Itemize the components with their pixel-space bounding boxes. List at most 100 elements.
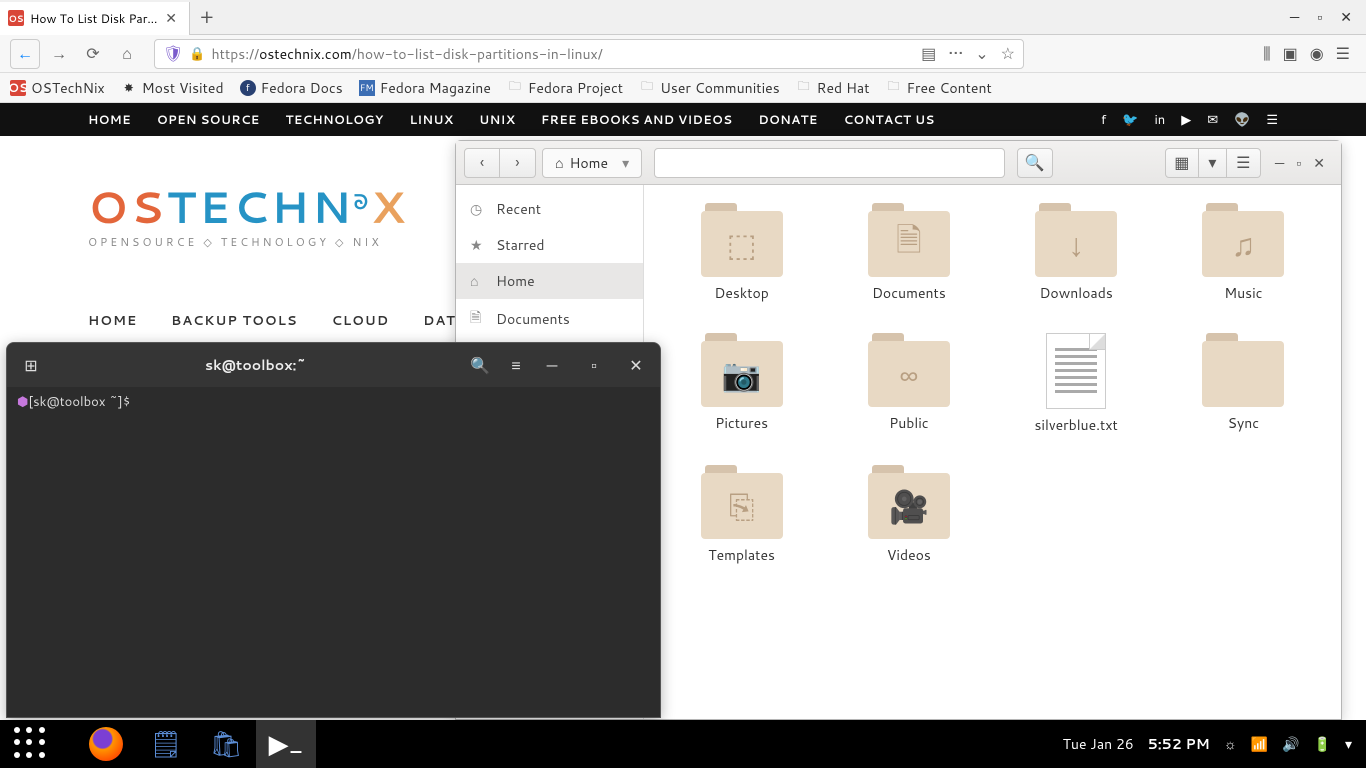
toolbox-icon: ⬢ (17, 393, 28, 411)
menu-home[interactable]: HOME (88, 312, 137, 330)
view-dropdown-button[interactable]: ▾ (1199, 148, 1227, 178)
files-close-icon[interactable]: ✕ (1313, 153, 1325, 173)
terminal-maximize-icon[interactable]: ▫ (576, 349, 612, 381)
folder-documents[interactable]: 🗎Documents (835, 203, 982, 303)
library-icon[interactable]: ⫼ (1263, 42, 1270, 65)
pocket-icon[interactable]: ⌄ (975, 42, 988, 65)
forward-button[interactable]: → (44, 39, 74, 69)
tab-close-icon[interactable]: ✕ (161, 8, 181, 28)
mail-icon[interactable]: ✉ (1207, 111, 1218, 129)
terminal-body[interactable]: ⬢[sk@toolbox ~]$ (7, 387, 660, 417)
bookmark-fedoramagazine[interactable]: FMFedora Magazine (359, 78, 491, 98)
task-firefox[interactable] (76, 720, 136, 768)
task-notes[interactable]: 🗒 (136, 720, 196, 768)
nav-donate[interactable]: DONATE (758, 111, 817, 128)
files-minimize-icon[interactable]: — (1275, 153, 1284, 173)
path-bar[interactable]: ⌂Home▾ (542, 148, 642, 178)
list-view-button[interactable]: ☰ (1227, 148, 1261, 178)
url-bar[interactable]: 🛡 🔒 https://ostechnix.com/how-to-list-di… (154, 39, 1024, 69)
brightness-icon[interactable]: ☼ (1224, 734, 1237, 754)
lock-icon[interactable]: 🔒 (189, 45, 205, 63)
nav-opensource[interactable]: OPEN SOURCE (157, 111, 260, 128)
nav-contact[interactable]: CONTACT US (844, 111, 935, 128)
icon-view-button[interactable]: ▦ (1165, 148, 1199, 178)
linkedin-icon[interactable]: in (1154, 111, 1165, 129)
task-terminal[interactable]: ▶_ (256, 720, 316, 768)
terminal-newtab-button[interactable]: ⊞ (13, 349, 49, 381)
chevron-down-icon[interactable]: ▾ (1345, 734, 1352, 754)
wifi-icon[interactable]: 📶 (1251, 734, 1268, 754)
taskbar-time[interactable]: 5:52 PM (1148, 734, 1210, 754)
nav-technology[interactable]: TECHNOLOGY (286, 111, 384, 128)
bookmark-redhat[interactable]: 🗀Red Hat (796, 78, 870, 98)
terminal-window: ⊞ sk@toolbox:~ 🔍 ≡ — ▫ ✕ ⬢[sk@toolbox ~]… (6, 342, 661, 718)
sidebar-recent[interactable]: ◷Recent (456, 191, 643, 227)
volume-icon[interactable]: 🔊 (1282, 734, 1299, 754)
files-back-button[interactable]: ‹ (464, 148, 500, 178)
location-input[interactable] (654, 148, 1005, 178)
folder-downloads[interactable]: ↓Downloads (1003, 203, 1150, 303)
bookmark-fedoraproject[interactable]: 🗀Fedora Project (507, 78, 623, 98)
maximize-icon[interactable]: ▫ (1317, 7, 1322, 27)
reader-icon[interactable]: ▤ (921, 42, 936, 65)
shield-icon[interactable]: 🛡 (163, 42, 183, 65)
folder-music[interactable]: ♫Music (1170, 203, 1317, 303)
nav-linux[interactable]: LINUX (409, 111, 453, 128)
bookmark-freecontent[interactable]: 🗀Free Content (886, 78, 992, 98)
files-maximize-icon[interactable]: ▫ (1296, 153, 1301, 173)
bookmark-usercommunities[interactable]: 🗀User Communities (639, 78, 780, 98)
folder-icon: 🗀 (886, 80, 902, 96)
sidebar-starred[interactable]: ★Starred (456, 227, 643, 263)
bookmark-fedoradocs[interactable]: fFedora Docs (240, 78, 343, 98)
star-icon[interactable]: ☆ (1001, 42, 1015, 65)
folder-sync[interactable]: Sync (1170, 333, 1317, 435)
twitter-icon[interactable]: 🐦 (1122, 111, 1138, 129)
site-logo[interactable]: OSTECHNᘐX OPENSOURCE ◇ TECHNOLOGY ◇ NIX (88, 176, 407, 250)
rss-icon[interactable]: ☰ (1266, 111, 1278, 129)
nav-unix[interactable]: UNIX (479, 111, 515, 128)
terminal-close-icon[interactable]: ✕ (618, 349, 654, 381)
new-tab-button[interactable]: + (190, 3, 224, 31)
folder-desktop[interactable]: ⬚Desktop (668, 203, 815, 303)
nav-freeebooks[interactable]: FREE EBOOKS AND VIDEOS (541, 111, 732, 128)
back-button[interactable]: ← (10, 39, 40, 69)
bookmark-mostvisited[interactable]: ✸Most Visited (121, 78, 224, 98)
menu-cloud[interactable]: CLOUD (332, 312, 390, 330)
folder-pictures[interactable]: 📷Pictures (668, 333, 815, 435)
files-forward-button[interactable]: › (500, 148, 536, 178)
close-icon[interactable]: ✕ (1340, 7, 1352, 27)
menu-backuptools[interactable]: BACKUP TOOLS (171, 312, 297, 330)
home-button[interactable]: ⌂ (112, 39, 142, 69)
facebook-icon[interactable]: f (1101, 111, 1106, 129)
files-grid[interactable]: ⬚Desktop 🗎Documents ↓Downloads ♫Music 📷P… (644, 185, 1341, 719)
sidebar-icon[interactable]: ▣ (1283, 42, 1298, 65)
sidebar-documents[interactable]: 🗎Documents (456, 299, 643, 339)
youtube-icon[interactable]: ▶ (1181, 111, 1191, 129)
favicon-icon: OS (10, 80, 26, 96)
file-silverblue[interactable]: silverblue.txt (1003, 333, 1150, 435)
taskbar-date[interactable]: Tue Jan 26 (1063, 734, 1134, 754)
terminal-minimize-icon[interactable]: — (534, 349, 570, 381)
terminal-menu-button[interactable]: ≡ (498, 349, 534, 381)
battery-icon[interactable]: 🔋 (1314, 734, 1331, 754)
reload-button[interactable]: ⟳ (78, 39, 108, 69)
browser-tab[interactable]: OS How To List Disk Partition ✕ (0, 2, 190, 35)
folder-templates[interactable]: ⎘Templates (668, 465, 815, 565)
task-software[interactable]: 🛍 (196, 720, 256, 768)
files-search-button[interactable]: 🔍 (1017, 148, 1053, 178)
reddit-icon[interactable]: 👽 (1234, 111, 1250, 129)
bookmark-bar: OSOSTechNix ✸Most Visited fFedora Docs F… (0, 73, 1366, 103)
folder-videos[interactable]: 🎥Videos (835, 465, 982, 565)
activities-button[interactable] (14, 727, 48, 761)
folder-public[interactable]: ∞Public (835, 333, 982, 435)
menu-icon[interactable]: ☰ (1336, 42, 1350, 65)
minimize-icon[interactable]: — (1290, 7, 1299, 27)
account-icon[interactable]: ◉ (1310, 42, 1324, 65)
bookmark-ostechnix[interactable]: OSOSTechNix (10, 78, 105, 98)
doc-icon: 🗎 (868, 211, 950, 277)
nav-home[interactable]: HOME (88, 111, 131, 128)
more-icon[interactable]: ••• (948, 42, 963, 65)
sidebar-home[interactable]: ⌂Home (456, 263, 643, 299)
logo-os: OS (88, 176, 167, 238)
terminal-search-button[interactable]: 🔍 (462, 349, 498, 381)
